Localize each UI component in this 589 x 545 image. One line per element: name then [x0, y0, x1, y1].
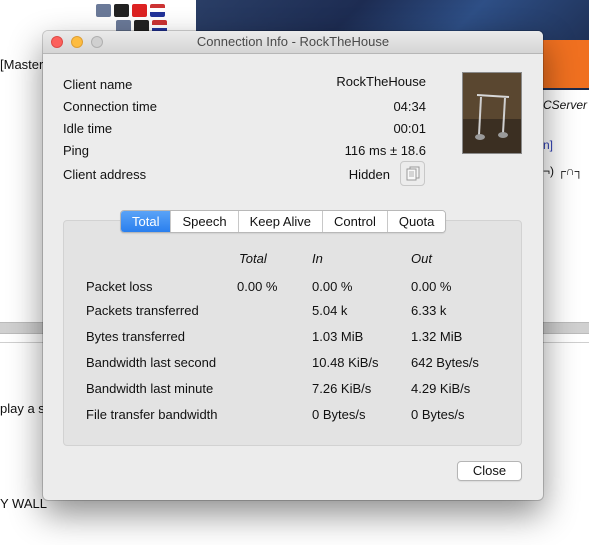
row-total-value: 0.00 % [237, 279, 278, 294]
row-in-value: 7.26 KiB/s [312, 381, 372, 396]
row-label: Packets transferred [86, 303, 199, 318]
column-header-in: In [312, 251, 323, 266]
ping-label: Ping [63, 143, 90, 158]
close-button[interactable]: Close [457, 461, 522, 481]
column-header-total: Total [239, 251, 267, 266]
window-titlebar[interactable]: Connection Info - RockTheHouse [43, 31, 543, 54]
background-server-text: CServer [543, 98, 588, 112]
background-icon-row [96, 4, 165, 17]
tab-control[interactable]: Control [322, 211, 387, 232]
column-header-out: Out [411, 251, 432, 266]
tab-speech[interactable]: Speech [170, 211, 238, 232]
canada-flag-icon [132, 4, 147, 17]
statistics-tabs: Total Speech Keep Alive Control Quota [120, 210, 447, 233]
mute-icon [96, 4, 111, 17]
background-link-text[interactable]: n] [543, 138, 553, 152]
client-address-label: Client address [63, 167, 147, 182]
connection-time-label: Connection time [63, 99, 157, 114]
copy-address-button[interactable] [400, 161, 425, 186]
ping-value: 116 ms ± 18.6 [344, 143, 426, 158]
background-chat-text: play a s [0, 401, 45, 416]
client-avatar [462, 72, 522, 154]
row-out-value: 6.33 k [411, 303, 447, 318]
row-out-value: 4.29 KiB/s [411, 381, 471, 396]
row-out-value: 642 Bytes/s [411, 355, 479, 370]
tab-quota[interactable]: Quota [386, 211, 446, 232]
row-out-value: 1.32 MiB [411, 329, 463, 344]
row-label: Bandwidth last second [86, 355, 217, 370]
tab-keep-alive[interactable]: Keep Alive [237, 211, 322, 232]
client-name-label: Client name [63, 77, 133, 92]
client-name-value: RockTheHouse [336, 74, 426, 89]
row-out-value: 0 Bytes/s [411, 407, 465, 422]
client-address-value: Hidden [348, 167, 390, 182]
row-label: File transfer bandwidth [86, 407, 218, 422]
copy-icon [406, 166, 420, 181]
connection-info-window: Connection Info - RockTheHouse Client na… [43, 31, 543, 500]
server-banner-art [540, 40, 589, 88]
background-channel-text: [Master [0, 57, 44, 72]
background-chat-text: Y WALL [0, 496, 47, 511]
idle-time-value: 00:01 [393, 121, 426, 136]
row-in-value: 5.04 k [312, 303, 348, 318]
window-title: Connection Info - RockTheHouse [196, 34, 390, 49]
avatar-image [463, 73, 521, 153]
row-in-value: 0 Bytes/s [312, 407, 366, 422]
row-label: Packet loss [86, 279, 153, 294]
row-in-value: 0.00 % [312, 279, 353, 294]
row-label: Bytes transferred [86, 329, 185, 344]
row-out-value: 0.00 % [411, 279, 452, 294]
tab-total[interactable]: Total [121, 211, 171, 232]
row-in-value: 10.48 KiB/s [312, 355, 379, 370]
connection-time-value: 04:34 [393, 99, 426, 114]
uk-flag-icon [150, 4, 165, 17]
background-emote-text: ¬) ┌∩┐ [543, 164, 583, 178]
row-in-value: 1.03 MiB [312, 329, 364, 344]
moderator-icon [114, 4, 129, 17]
idle-time-label: Idle time [63, 121, 113, 136]
row-label: Bandwidth last minute [86, 381, 214, 396]
